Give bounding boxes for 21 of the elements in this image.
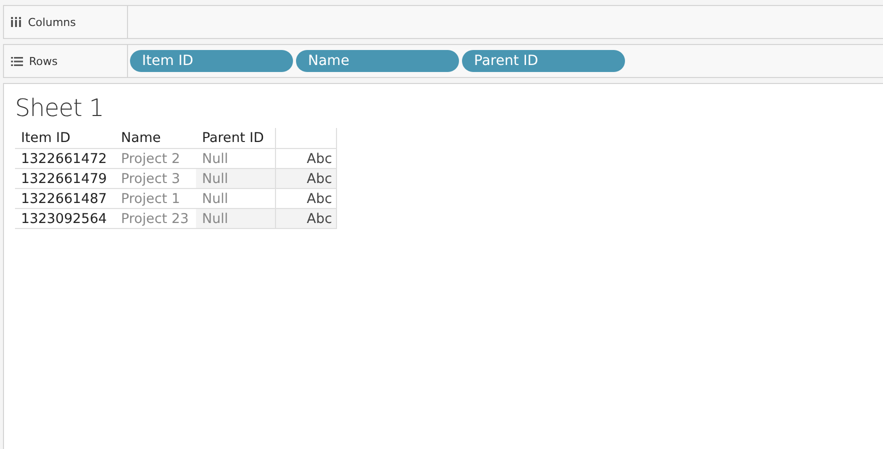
shelf-label: Columns	[28, 16, 76, 28]
table-cell: 1322661479	[15, 168, 115, 188]
field-pill[interactable]: Item ID	[130, 50, 293, 72]
table-cell: Null	[196, 168, 276, 188]
column-header: Parent ID	[196, 128, 276, 148]
table-cell: Abc	[276, 168, 336, 188]
field-pill[interactable]: Parent ID	[462, 50, 625, 72]
table-cell: Null	[196, 208, 276, 228]
columns-icon	[11, 17, 22, 27]
table-cell: Project 1	[115, 188, 196, 208]
column-header: Item ID	[15, 128, 115, 148]
table-cell: 1322661472	[15, 148, 115, 168]
column-header: Name	[115, 128, 196, 148]
field-pill[interactable]: Name	[296, 50, 459, 72]
table-cell: 1323092564	[15, 208, 115, 228]
table-cell: Abc	[276, 208, 336, 228]
table-cell: Project 2	[115, 148, 196, 168]
sheet-title: Sheet 1	[15, 94, 105, 122]
table-cell: 1322661487	[15, 188, 115, 208]
shelf-label: Rows	[29, 54, 58, 68]
rows-icon	[11, 56, 23, 66]
